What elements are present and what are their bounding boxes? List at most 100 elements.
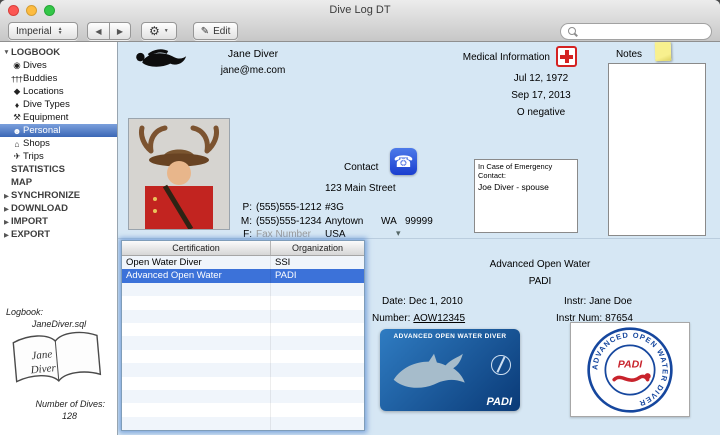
forward-button[interactable]: ▶ [109,22,131,40]
table-row-empty[interactable] [122,403,364,416]
sidebar-item-import[interactable]: ▶ IMPORT [0,215,117,228]
country: USA [325,229,346,240]
phone-f-label: F: [238,229,252,240]
disclosure-triangle-icon[interactable]: ▼ [2,49,11,56]
chevron-down-icon: ▼ [164,28,169,34]
splitter-chevron-icon: ▾ [396,228,401,238]
airplane-icon: ✈ [10,151,23,162]
sidebar-item-dives[interactable]: ◉ Dives [0,59,117,72]
portrait-photo[interactable] [128,118,230,230]
popup-arrows-icon: ▲▼ [58,27,63,35]
table-row-empty[interactable] [122,377,364,390]
cert-number-value: AOW12345 [413,313,465,324]
gear-icon: ⚙ [149,24,160,38]
dive-mask-icon: ◉ [10,60,23,71]
back-button[interactable]: ◀ [87,22,109,40]
sidebar-item-logbook[interactable]: ▼ LOGBOOK [0,46,117,59]
traffic-lights [8,5,55,16]
sidebar-item-map[interactable]: MAP [0,176,117,189]
section-divider [118,238,720,239]
column-header-certification[interactable]: Certification [122,241,271,255]
search-icon [568,27,576,35]
sticky-note-icon[interactable] [655,42,672,61]
emergency-contact-box[interactable]: In Case of Emergency Contact: Joe Diver … [474,159,578,233]
notes-box[interactable] [608,63,706,236]
table-header: Certification Organization [122,241,364,256]
window-title: Dive Log DT [0,0,720,20]
diver-email: jane@me.com [193,65,313,76]
nav-segmented-control: ◀ ▶ [87,22,131,40]
table-row-empty[interactable] [122,336,364,349]
emergency-contact-value: Joe Diver - spouse [478,182,574,193]
table-row-empty[interactable] [122,350,364,363]
sidebar-item-download[interactable]: ▶ DOWNLOAD [0,202,117,215]
person-icon: ☻ [10,126,23,136]
contact-label: Contact [344,162,378,173]
back-icon: ◀ [95,27,101,36]
disclosure-triangle-icon[interactable]: ▶ [2,231,11,239]
forward-icon: ▶ [117,27,123,36]
action-menu-button[interactable]: ⚙ ▼ [141,22,177,40]
table-row-empty[interactable] [122,417,364,430]
disclosure-triangle-icon[interactable]: ▶ [2,218,11,226]
apt-address: #3G [325,202,344,213]
logbook-label: Logbook: [6,307,43,317]
cert-detail-org: PADI [438,276,642,287]
phone-m-value: (555)555-1234 [256,216,322,227]
sidebar-item-personal[interactable]: ☻ Personal [0,124,117,137]
table-row-empty[interactable] [122,390,364,403]
table-row-empty[interactable] [122,363,364,376]
search-input[interactable] [581,26,713,37]
table-row-empty[interactable] [122,283,364,296]
sidebar-item-buddies[interactable]: ††† Buddies [0,72,117,85]
units-dropdown-label: Imperial [16,26,52,37]
dolphin-image [386,349,482,397]
sidebar: ▼ LOGBOOK ◉ Dives ††† Buddies ◆ Location… [0,42,118,435]
table-row-selected[interactable]: Advanced Open Water PADI [122,269,364,282]
search-field[interactable] [560,23,712,40]
sidebar-item-statistics[interactable]: STATISTICS [0,163,117,176]
cert-date-value: Dec 1, 2010 [409,296,463,307]
toolbar: Imperial ▲▼ ◀ ▶ ⚙ ▼ ✎ Edit [0,20,720,42]
emergency-contact-title: In Case of Emergency Contact: [478,162,574,181]
minimize-button[interactable] [26,5,37,16]
pencil-icon: ✎ [201,26,209,37]
sidebar-item-export[interactable]: ▶ EXPORT [0,228,117,241]
city: Anytown [325,216,363,227]
medical-exam-date: Sep 17, 2013 [474,90,608,101]
cert-number-label: Number: [372,313,410,324]
table-row[interactable]: Open Water Diver SSI [122,256,364,269]
notes-label: Notes [610,49,648,60]
certifications-table: Certification Organization Open Water Di… [121,240,365,431]
sidebar-item-shops[interactable]: ⌂ Shops [0,137,117,150]
table-row-empty[interactable] [122,296,364,309]
table-row-empty[interactable] [122,323,364,336]
fax-field[interactable]: Fax Number [256,229,311,240]
units-dropdown[interactable]: Imperial ▲▼ [8,22,78,40]
edit-button[interactable]: ✎ Edit [193,22,239,40]
table-row-empty[interactable] [122,310,364,323]
padi-brand-text: PADI [487,396,512,408]
column-header-organization[interactable]: Organization [271,241,364,255]
padi-seal-image: ADVANCED OPEN WATER DIVER PADI [586,326,674,414]
cert-card-back-image[interactable]: ADVANCED OPEN WATER DIVER PADI [570,322,690,417]
people-icon: ††† [10,74,23,84]
sidebar-item-trips[interactable]: ✈ Trips [0,150,117,163]
diver-name: Jane Diver [193,48,313,60]
sidebar-item-locations[interactable]: ◆ Locations [0,85,117,98]
zoom-button[interactable] [44,5,55,16]
cert-card-front-image[interactable]: ADVANCED OPEN WATER DIVER PADI [380,329,520,411]
svg-text:PADI: PADI [618,358,643,370]
sidebar-item-equipment[interactable]: ⚒ Equipment [0,111,117,124]
disclosure-triangle-icon[interactable]: ▶ [2,192,11,200]
sidebar-item-dive-types[interactable]: ♦ Dive Types [0,98,117,111]
splitter-handle[interactable]: ▾ [396,228,401,239]
cert-instructor-label: Instr: [564,296,586,307]
phone-icon[interactable]: ☎ [390,148,417,175]
disclosure-triangle-icon[interactable]: ▶ [2,205,11,213]
tools-icon: ⚒ [10,112,23,123]
close-button[interactable] [8,5,19,16]
sidebar-item-synchronize[interactable]: ▶ SYNCHRONIZE [0,189,117,202]
medical-cross-icon[interactable] [556,46,577,67]
compass-icon: ◆ [10,86,23,97]
